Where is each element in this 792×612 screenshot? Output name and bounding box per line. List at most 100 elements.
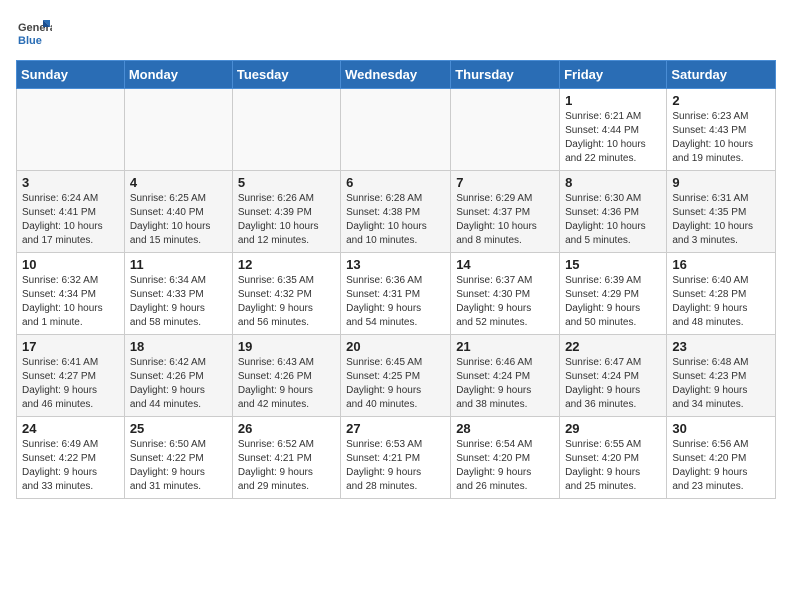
logo: General Blue [16, 16, 52, 52]
day-info: Sunrise: 6:31 AM Sunset: 4:35 PM Dayligh… [672, 192, 770, 248]
day-number: 3 [22, 175, 119, 190]
day-number: 7 [456, 175, 554, 190]
day-info: Sunrise: 6:34 AM Sunset: 4:33 PM Dayligh… [130, 274, 227, 330]
day-number: 29 [565, 421, 661, 436]
day-info: Sunrise: 6:21 AM Sunset: 4:44 PM Dayligh… [565, 110, 661, 166]
svg-text:Blue: Blue [18, 35, 42, 47]
calendar-day-cell: 8 Sunrise: 6:30 AM Sunset: 4:36 PM Daylig… [560, 171, 667, 253]
day-info: Sunrise: 6:53 AM Sunset: 4:21 PM Dayligh… [346, 438, 445, 494]
logo-icon: General Blue [16, 16, 52, 52]
day-info: Sunrise: 6:42 AM Sunset: 4:26 PM Dayligh… [130, 356, 227, 412]
day-info: Sunrise: 6:29 AM Sunset: 4:37 PM Dayligh… [456, 192, 554, 248]
weekday-header: Sunday [17, 61, 125, 89]
day-info: Sunrise: 6:24 AM Sunset: 4:41 PM Dayligh… [22, 192, 119, 248]
day-number: 26 [238, 421, 335, 436]
calendar-day-cell [17, 89, 125, 171]
day-info: Sunrise: 6:45 AM Sunset: 4:25 PM Dayligh… [346, 356, 445, 412]
day-number: 12 [238, 257, 335, 272]
calendar-day-cell: 25 Sunrise: 6:50 AM Sunset: 4:22 PM Dayli… [124, 417, 232, 499]
calendar-day-cell: 22 Sunrise: 6:47 AM Sunset: 4:24 PM Dayli… [560, 335, 667, 417]
day-info: Sunrise: 6:35 AM Sunset: 4:32 PM Dayligh… [238, 274, 335, 330]
day-number: 19 [238, 339, 335, 354]
calendar-day-cell [232, 89, 340, 171]
day-number: 14 [456, 257, 554, 272]
day-info: Sunrise: 6:55 AM Sunset: 4:20 PM Dayligh… [565, 438, 661, 494]
day-info: Sunrise: 6:40 AM Sunset: 4:28 PM Dayligh… [672, 274, 770, 330]
calendar-day-cell: 26 Sunrise: 6:52 AM Sunset: 4:21 PM Dayli… [232, 417, 340, 499]
calendar-day-cell [341, 89, 451, 171]
calendar-day-cell: 27 Sunrise: 6:53 AM Sunset: 4:21 PM Dayli… [341, 417, 451, 499]
calendar-day-cell: 11 Sunrise: 6:34 AM Sunset: 4:33 PM Dayli… [124, 253, 232, 335]
calendar-day-cell: 28 Sunrise: 6:54 AM Sunset: 4:20 PM Dayli… [451, 417, 560, 499]
calendar-day-cell: 10 Sunrise: 6:32 AM Sunset: 4:34 PM Dayli… [17, 253, 125, 335]
day-number: 17 [22, 339, 119, 354]
calendar-day-cell: 4 Sunrise: 6:25 AM Sunset: 4:40 PM Daylig… [124, 171, 232, 253]
calendar-day-cell: 20 Sunrise: 6:45 AM Sunset: 4:25 PM Dayli… [341, 335, 451, 417]
calendar-day-cell: 24 Sunrise: 6:49 AM Sunset: 4:22 PM Dayli… [17, 417, 125, 499]
calendar-day-cell: 6Sunrise: 6:28 AM Sunset: 4:38 PM Daylig… [341, 171, 451, 253]
day-info: Sunrise: 6:56 AM Sunset: 4:20 PM Dayligh… [672, 438, 770, 494]
calendar-day-cell: 1Sunrise: 6:21 AM Sunset: 4:44 PM Daylig… [560, 89, 667, 171]
day-number: 24 [22, 421, 119, 436]
day-info: Sunrise: 6:49 AM Sunset: 4:22 PM Dayligh… [22, 438, 119, 494]
weekday-header: Monday [124, 61, 232, 89]
calendar-day-cell: 18 Sunrise: 6:42 AM Sunset: 4:26 PM Dayli… [124, 335, 232, 417]
calendar-day-cell: 5 Sunrise: 6:26 AM Sunset: 4:39 PM Daylig… [232, 171, 340, 253]
calendar-day-cell: 29 Sunrise: 6:55 AM Sunset: 4:20 PM Dayli… [560, 417, 667, 499]
day-number: 22 [565, 339, 661, 354]
calendar-day-cell: 30 Sunrise: 6:56 AM Sunset: 4:20 PM Dayli… [667, 417, 776, 499]
calendar-day-cell [124, 89, 232, 171]
calendar-day-cell: 19 Sunrise: 6:43 AM Sunset: 4:26 PM Dayli… [232, 335, 340, 417]
calendar-day-cell: 17 Sunrise: 6:41 AM Sunset: 4:27 PM Dayli… [17, 335, 125, 417]
day-info: Sunrise: 6:54 AM Sunset: 4:20 PM Dayligh… [456, 438, 554, 494]
day-info: Sunrise: 6:23 AM Sunset: 4:43 PM Dayligh… [672, 110, 770, 166]
day-number: 28 [456, 421, 554, 436]
calendar-day-cell: 13Sunrise: 6:36 AM Sunset: 4:31 PM Dayli… [341, 253, 451, 335]
day-number: 9 [672, 175, 770, 190]
day-info: Sunrise: 6:47 AM Sunset: 4:24 PM Dayligh… [565, 356, 661, 412]
calendar-week-row: 17 Sunrise: 6:41 AM Sunset: 4:27 PM Dayli… [17, 335, 776, 417]
day-number: 5 [238, 175, 335, 190]
weekday-header: Friday [560, 61, 667, 89]
weekday-header: Saturday [667, 61, 776, 89]
day-number: 8 [565, 175, 661, 190]
weekday-header: Thursday [451, 61, 560, 89]
calendar-day-cell: 12 Sunrise: 6:35 AM Sunset: 4:32 PM Dayli… [232, 253, 340, 335]
day-info: Sunrise: 6:39 AM Sunset: 4:29 PM Dayligh… [565, 274, 661, 330]
day-number: 11 [130, 257, 227, 272]
day-number: 20 [346, 339, 445, 354]
day-info: Sunrise: 6:43 AM Sunset: 4:26 PM Dayligh… [238, 356, 335, 412]
day-number: 25 [130, 421, 227, 436]
calendar-day-cell: 7 Sunrise: 6:29 AM Sunset: 4:37 PM Daylig… [451, 171, 560, 253]
calendar-table: SundayMondayTuesdayWednesdayThursdayFrid… [16, 60, 776, 499]
day-number: 23 [672, 339, 770, 354]
day-number: 27 [346, 421, 445, 436]
day-info: Sunrise: 6:26 AM Sunset: 4:39 PM Dayligh… [238, 192, 335, 248]
calendar-day-cell [451, 89, 560, 171]
page-header: General Blue [16, 16, 776, 52]
day-info: Sunrise: 6:50 AM Sunset: 4:22 PM Dayligh… [130, 438, 227, 494]
day-number: 30 [672, 421, 770, 436]
calendar-day-cell: 3 Sunrise: 6:24 AM Sunset: 4:41 PM Daylig… [17, 171, 125, 253]
day-number: 18 [130, 339, 227, 354]
day-number: 16 [672, 257, 770, 272]
day-number: 10 [22, 257, 119, 272]
calendar-day-cell: 9 Sunrise: 6:31 AM Sunset: 4:35 PM Daylig… [667, 171, 776, 253]
calendar-day-cell: 23Sunrise: 6:48 AM Sunset: 4:23 PM Dayli… [667, 335, 776, 417]
day-info: Sunrise: 6:25 AM Sunset: 4:40 PM Dayligh… [130, 192, 227, 248]
calendar-week-row: 10 Sunrise: 6:32 AM Sunset: 4:34 PM Dayli… [17, 253, 776, 335]
calendar-day-cell: 21 Sunrise: 6:46 AM Sunset: 4:24 PM Dayli… [451, 335, 560, 417]
day-number: 2 [672, 93, 770, 108]
day-number: 6 [346, 175, 445, 190]
day-number: 4 [130, 175, 227, 190]
day-info: Sunrise: 6:46 AM Sunset: 4:24 PM Dayligh… [456, 356, 554, 412]
day-info: Sunrise: 6:32 AM Sunset: 4:34 PM Dayligh… [22, 274, 119, 330]
day-number: 21 [456, 339, 554, 354]
calendar-week-row: 24 Sunrise: 6:49 AM Sunset: 4:22 PM Dayli… [17, 417, 776, 499]
day-info: Sunrise: 6:52 AM Sunset: 4:21 PM Dayligh… [238, 438, 335, 494]
day-info: Sunrise: 6:36 AM Sunset: 4:31 PM Dayligh… [346, 274, 445, 330]
calendar-day-cell: 16 Sunrise: 6:40 AM Sunset: 4:28 PM Dayli… [667, 253, 776, 335]
day-info: Sunrise: 6:30 AM Sunset: 4:36 PM Dayligh… [565, 192, 661, 248]
day-info: Sunrise: 6:41 AM Sunset: 4:27 PM Dayligh… [22, 356, 119, 412]
calendar-day-cell: 2 Sunrise: 6:23 AM Sunset: 4:43 PM Daylig… [667, 89, 776, 171]
